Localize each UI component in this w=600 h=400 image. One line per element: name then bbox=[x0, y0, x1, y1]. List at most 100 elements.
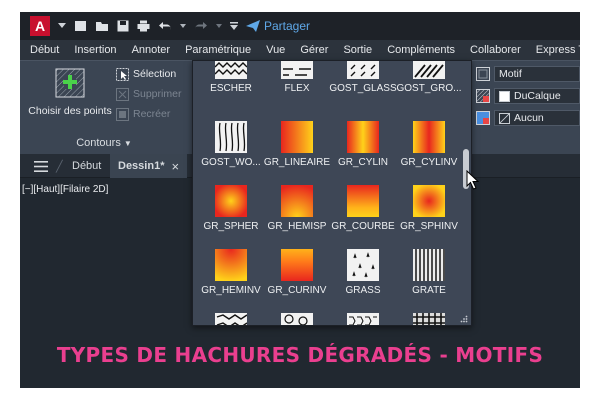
gost-glass-pattern-icon bbox=[347, 61, 379, 79]
tab-separator: ╱ bbox=[56, 160, 63, 173]
pattern-gost-glass[interactable]: GOST_GLASS bbox=[329, 61, 397, 111]
color-swatch bbox=[499, 90, 510, 102]
pattern-gost-wood[interactable]: GOST_WO... bbox=[197, 121, 265, 185]
resize-grip-icon[interactable] bbox=[460, 315, 468, 323]
new-file-icon[interactable] bbox=[74, 20, 87, 32]
tab-drawing1-label: Dessin1* bbox=[118, 160, 165, 172]
tab-drawing1[interactable]: Dessin1* × bbox=[110, 154, 188, 178]
no-color-swatch bbox=[499, 112, 510, 124]
pattern-escher[interactable]: ESCHER bbox=[197, 61, 265, 111]
open-folder-icon[interactable] bbox=[95, 20, 109, 32]
hatch-pattern-gallery: ESCHER FLEX GOST_GLASS GOST_GRO... GOST_… bbox=[192, 60, 472, 326]
mouse-cursor-icon bbox=[466, 170, 480, 190]
hatch-properties-panel: Motif DuCalque Aucun bbox=[476, 63, 580, 133]
grate-pattern-icon bbox=[413, 249, 445, 281]
delete-boundary-icon bbox=[116, 87, 129, 101]
close-icon[interactable]: × bbox=[171, 159, 179, 174]
gr-inverted-sphere-gradient-icon bbox=[413, 185, 445, 217]
title-bar: A Partager bbox=[20, 12, 580, 40]
gr-cylinder-gradient-icon bbox=[347, 121, 379, 153]
pattern-partial[interactable] bbox=[197, 313, 265, 325]
gr-sphere-gradient-icon bbox=[215, 185, 247, 217]
menu-item-annotate[interactable]: Annoter bbox=[132, 44, 171, 56]
menu-item-start[interactable]: Début bbox=[30, 44, 59, 56]
menu-item-manage[interactable]: Gérer bbox=[300, 44, 328, 56]
app-logo-button[interactable]: A bbox=[30, 16, 50, 36]
hatch-color-select[interactable]: DuCalque bbox=[494, 88, 580, 104]
pattern-gr-spher[interactable]: GR_SPHER bbox=[197, 185, 265, 249]
cross-pattern-icon bbox=[413, 313, 445, 325]
pattern-label: GOST_GRO... bbox=[396, 83, 462, 94]
pattern-grass[interactable]: GRASS bbox=[329, 249, 397, 313]
gr-hemisphere-gradient-icon bbox=[281, 185, 313, 217]
gost-ground-pattern-icon bbox=[413, 61, 445, 79]
pattern-gr-courbe[interactable]: GR_COURBE bbox=[329, 185, 397, 249]
gr-curved-gradient-icon bbox=[347, 185, 379, 217]
recreate-boundary-label: Recréer bbox=[133, 108, 171, 120]
redo-dropdown-icon[interactable] bbox=[216, 24, 222, 28]
gallery-grid: ESCHER FLEX GOST_GLASS GOST_GRO... GOST_… bbox=[193, 61, 463, 325]
pattern-gr-curinv[interactable]: GR_CURINV bbox=[263, 249, 331, 313]
undo-icon[interactable] bbox=[158, 21, 172, 31]
hatch-color-value: DuCalque bbox=[514, 90, 561, 102]
menu-item-addins[interactable]: Compléments bbox=[387, 44, 455, 56]
delete-boundary-button: Supprimer bbox=[116, 85, 181, 103]
menu-item-express-tools[interactable]: Express T bbox=[536, 44, 580, 56]
pattern-grate[interactable]: GRATE bbox=[395, 249, 463, 313]
background-color-icon bbox=[476, 111, 490, 125]
pattern-gr-cylinv[interactable]: GR_CYLINV bbox=[395, 121, 463, 185]
autocad-window: A Partager Début Insertion Annoter Param… bbox=[20, 12, 580, 388]
recreate-boundary-button: Recréer bbox=[116, 105, 170, 123]
pattern-gr-hemisp[interactable]: GR_HEMISP bbox=[263, 185, 331, 249]
selection-label: Sélection bbox=[133, 68, 177, 80]
tab-start[interactable]: Début bbox=[72, 154, 101, 178]
chevron-down-icon[interactable] bbox=[58, 23, 66, 29]
pattern-gr-cylin[interactable]: GR_CYLIN bbox=[329, 121, 397, 185]
menu-item-parametric[interactable]: Paramétrique bbox=[185, 44, 251, 56]
pattern-flex[interactable]: FLEX bbox=[263, 61, 331, 111]
menu-bar: Début Insertion Annoter Paramétrique Vue… bbox=[20, 40, 580, 60]
background-color-value: Aucun bbox=[514, 112, 544, 124]
menu-item-output[interactable]: Sortie bbox=[343, 44, 372, 56]
pattern-gr-linear[interactable]: GR_LINEAIRE bbox=[263, 121, 331, 185]
escher-pattern-icon bbox=[215, 61, 247, 79]
save-icon[interactable] bbox=[117, 20, 129, 32]
viewport-controls[interactable]: [−][Haut][Filaire 2D] bbox=[22, 184, 108, 195]
delete-boundary-label: Supprimer bbox=[133, 88, 182, 100]
share-label: Partager bbox=[264, 19, 311, 33]
hatch-type-select[interactable]: Motif bbox=[494, 66, 580, 82]
pattern-gr-heminv[interactable]: GR_HEMINV bbox=[197, 249, 265, 313]
gost-wood-pattern-icon bbox=[215, 121, 247, 153]
undo-dropdown-icon[interactable] bbox=[180, 24, 186, 28]
menu-item-view[interactable]: Vue bbox=[266, 44, 285, 56]
gr-inverted-curved-gradient-icon bbox=[281, 249, 313, 281]
tab-start-label: Début bbox=[72, 160, 102, 172]
choose-points-button[interactable]: Choisir des points bbox=[26, 65, 114, 131]
contours-panel: Choisir des points Sélection Supprimer R… bbox=[24, 63, 184, 151]
recreate-boundary-icon bbox=[116, 107, 129, 121]
select-objects-icon bbox=[116, 67, 129, 81]
pattern-label: GR_SPHINV bbox=[400, 221, 458, 232]
flex-pattern-icon bbox=[281, 61, 313, 79]
pattern-partial[interactable] bbox=[395, 313, 463, 325]
menu-item-collaborate[interactable]: Collaborer bbox=[470, 44, 521, 56]
gr-inverted-hemisphere-gradient-icon bbox=[215, 249, 247, 281]
print-icon[interactable] bbox=[137, 20, 150, 32]
pick-points-icon bbox=[55, 68, 85, 98]
pattern-partial[interactable] bbox=[263, 313, 331, 325]
gr-linear-gradient-icon bbox=[281, 121, 313, 153]
pattern-gost-ground[interactable]: GOST_GRO... bbox=[395, 61, 463, 111]
menu-item-insert[interactable]: Insertion bbox=[74, 44, 116, 56]
share-button[interactable]: Partager bbox=[246, 19, 310, 33]
pattern-gr-sphinv[interactable]: GR_SPHINV bbox=[395, 185, 463, 249]
contours-panel-title[interactable]: Contours ▼ bbox=[24, 137, 184, 149]
selection-button[interactable]: Sélection bbox=[116, 65, 176, 83]
hamburger-menu-icon[interactable] bbox=[34, 154, 48, 178]
pattern-partial[interactable] bbox=[329, 313, 397, 325]
customize-icon[interactable] bbox=[230, 22, 238, 30]
hatch-type-icon bbox=[476, 67, 490, 81]
background-color-select[interactable]: Aucun bbox=[494, 110, 580, 126]
hex-pattern-icon bbox=[215, 313, 247, 325]
gr-inverted-cylinder-gradient-icon bbox=[413, 121, 445, 153]
redo-icon[interactable] bbox=[194, 21, 208, 31]
